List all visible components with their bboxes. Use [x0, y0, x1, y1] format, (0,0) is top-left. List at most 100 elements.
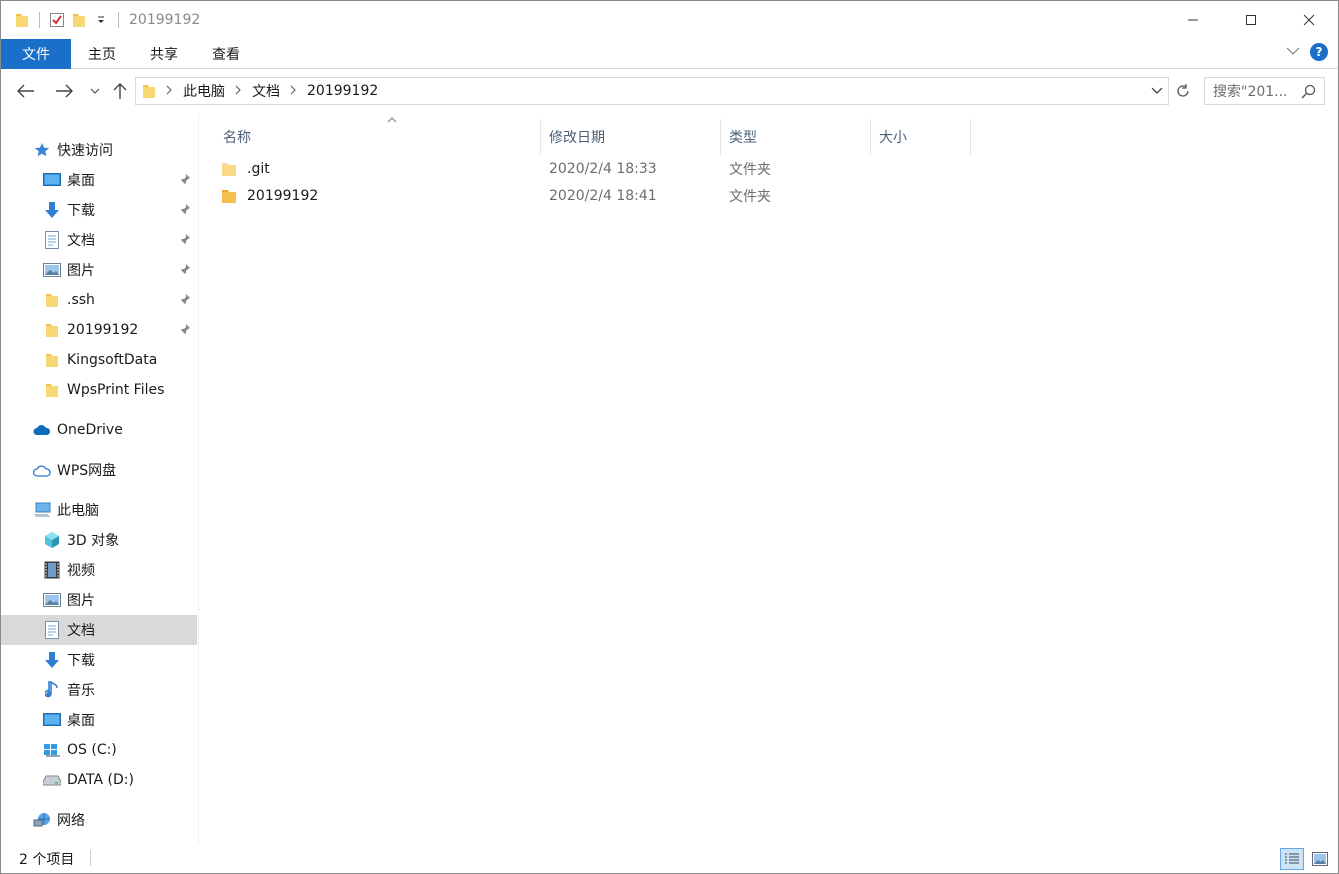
- computer-icon: [33, 501, 51, 519]
- breadcrumb-this-pc[interactable]: 此电脑: [183, 81, 225, 101]
- search-icon[interactable]: [1301, 84, 1316, 103]
- column-header-date[interactable]: 修改日期: [541, 119, 721, 155]
- sidebar-item-wpsprint-files[interactable]: WpsPrint Files: [1, 375, 197, 405]
- sidebar-item-onedrive[interactable]: OneDrive: [1, 415, 197, 445]
- file-name: 20199192: [247, 187, 319, 204]
- properties-icon[interactable]: [46, 9, 68, 31]
- star-icon: [33, 141, 51, 159]
- picture-icon: [43, 591, 61, 609]
- sidebar-item-wps-drive[interactable]: WPS网盘: [1, 455, 197, 485]
- tab-file[interactable]: 文件: [1, 38, 71, 69]
- file-type: 文件夹: [729, 188, 771, 205]
- document-icon: [43, 621, 61, 639]
- chevron-right-icon[interactable]: [290, 85, 297, 98]
- customize-dropdown-icon[interactable]: [90, 9, 112, 31]
- forward-icon[interactable]: [51, 76, 77, 106]
- sort-ascending-icon: [387, 115, 397, 126]
- sidebar-item-drive-d[interactable]: DATA (D:): [1, 765, 197, 795]
- desktop-icon: [43, 711, 61, 729]
- sidebar-item-label: 下载: [67, 203, 95, 219]
- sidebar-item-drive-c[interactable]: OS (C:): [1, 735, 197, 765]
- details-view-icon[interactable]: [1280, 848, 1304, 870]
- tab-share[interactable]: 共享: [133, 39, 195, 69]
- tab-home[interactable]: 主页: [71, 39, 133, 69]
- file-date: 2020/2/4 18:33: [549, 160, 657, 177]
- pin-icon[interactable]: [179, 263, 191, 279]
- sidebar-item-label: 音乐: [67, 683, 95, 699]
- file-name-cell: .git: [221, 161, 270, 177]
- title-bar: 20199192: [1, 1, 1338, 39]
- pin-icon[interactable]: [179, 323, 191, 339]
- tab-view[interactable]: 查看: [195, 39, 257, 69]
- sidebar-item-pictures[interactable]: 图片: [1, 255, 197, 285]
- refresh-icon[interactable]: [1171, 77, 1195, 105]
- new-folder-icon[interactable]: [68, 9, 90, 31]
- pin-icon[interactable]: [179, 203, 191, 219]
- table-row[interactable]: .git 2020/2/4 18:33 文件夹: [221, 155, 981, 182]
- sidebar-item-downloads[interactable]: 下载: [1, 195, 197, 225]
- view-switcher: [1280, 848, 1332, 870]
- chevron-down-icon[interactable]: [1150, 83, 1164, 99]
- folder-icon: [43, 351, 61, 369]
- explorer-window: 20199192 文件 主页 共享 查看 ? 此电脑 文档 20199192 搜…: [0, 0, 1339, 874]
- sidebar-item-label: 3D 对象: [67, 533, 120, 549]
- sidebar-item-kingsoftdata[interactable]: KingsoftData: [1, 345, 197, 375]
- sidebar-item-desktop[interactable]: 桌面: [1, 165, 197, 195]
- toolbar-separator: [39, 12, 40, 28]
- cloud-outline-icon: [33, 461, 51, 479]
- column-label: 类型: [729, 130, 757, 146]
- file-name: .git: [247, 160, 270, 177]
- window-controls: [1164, 1, 1338, 39]
- column-header-size[interactable]: 大小: [871, 119, 971, 155]
- chevron-right-icon[interactable]: [166, 85, 173, 98]
- sidebar-item-videos[interactable]: 视频: [1, 555, 197, 585]
- sidebar-item-label: DATA (D:): [67, 772, 134, 788]
- sidebar-item-20199192[interactable]: 20199192: [1, 315, 197, 345]
- chevron-right-icon[interactable]: [235, 85, 242, 98]
- column-header-type[interactable]: 类型: [721, 119, 871, 155]
- navigation-pane: 快速访问 桌面 下载 文档 图片 .ssh 20199192 KingsoftD…: [1, 113, 199, 845]
- sidebar-item-quick-access[interactable]: 快速访问: [1, 135, 197, 165]
- folder-icon: [221, 188, 237, 204]
- folder-icon: [142, 83, 156, 99]
- sidebar-item-documents[interactable]: 文档: [1, 225, 197, 255]
- folder-icon: [11, 9, 33, 31]
- pin-icon[interactable]: [179, 173, 191, 189]
- expand-ribbon-icon[interactable]: [1286, 44, 1300, 60]
- item-count: 2 个项目: [19, 852, 75, 868]
- search-input[interactable]: 搜索"201...: [1204, 77, 1325, 105]
- breadcrumb-current[interactable]: 20199192: [307, 83, 378, 99]
- ribbon-right-controls: ?: [1286, 43, 1328, 61]
- large-icons-view-icon[interactable]: [1308, 848, 1332, 870]
- sidebar-item-label: 下载: [67, 653, 95, 669]
- sidebar-item-ssh[interactable]: .ssh: [1, 285, 197, 315]
- sidebar-item-pc-pictures[interactable]: 图片: [1, 585, 197, 615]
- column-label: 大小: [879, 130, 907, 146]
- minimize-button[interactable]: [1164, 1, 1222, 39]
- close-button[interactable]: [1280, 1, 1338, 39]
- sidebar-item-label: 桌面: [67, 173, 95, 189]
- column-label: 修改日期: [549, 130, 605, 146]
- breadcrumb-documents[interactable]: 文档: [252, 81, 280, 101]
- sidebar-item-pc-desktop[interactable]: 桌面: [1, 705, 197, 735]
- help-icon[interactable]: ?: [1310, 43, 1328, 61]
- maximize-button[interactable]: [1222, 1, 1280, 39]
- drive-icon: [43, 771, 61, 789]
- document-icon: [43, 231, 61, 249]
- folder-icon: [221, 161, 237, 177]
- sidebar-item-pc-downloads[interactable]: 下载: [1, 645, 197, 675]
- recent-locations-icon[interactable]: [87, 76, 103, 106]
- pin-icon[interactable]: [179, 233, 191, 249]
- pin-icon[interactable]: [179, 293, 191, 309]
- sidebar-item-music[interactable]: 音乐: [1, 675, 197, 705]
- sidebar-item-pc-documents[interactable]: 文档: [1, 615, 197, 645]
- sidebar-item-network[interactable]: 网络: [1, 805, 197, 835]
- sidebar-item-label: 图片: [67, 593, 95, 609]
- sidebar-item-3d-objects[interactable]: 3D 对象: [1, 525, 197, 555]
- address-bar[interactable]: 此电脑 文档 20199192: [135, 77, 1169, 105]
- table-row[interactable]: 20199192 2020/2/4 18:41 文件夹: [221, 182, 981, 209]
- sidebar-item-this-pc[interactable]: 此电脑: [1, 495, 197, 525]
- up-icon[interactable]: [109, 76, 131, 106]
- column-header-name[interactable]: 名称: [215, 117, 541, 155]
- back-icon[interactable]: [13, 76, 39, 106]
